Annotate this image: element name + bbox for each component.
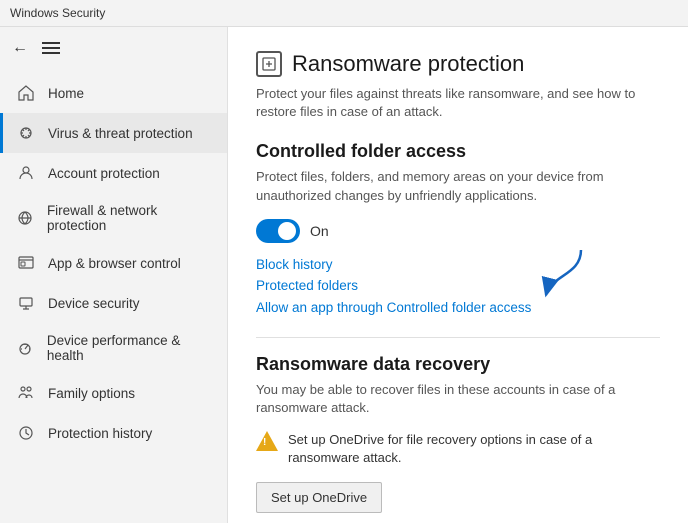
- warning-box: Set up OneDrive for file recovery option…: [256, 431, 660, 467]
- sidebar-item-label: App & browser control: [48, 256, 181, 271]
- protected-folders-link[interactable]: Protected folders: [256, 278, 660, 293]
- app-title: Windows Security: [10, 6, 105, 20]
- family-icon: [16, 383, 36, 403]
- main-content: Ransomware protection Protect your files…: [228, 27, 688, 523]
- warning-message: Set up OneDrive for file recovery option…: [288, 431, 660, 467]
- block-history-link[interactable]: Block history: [256, 257, 660, 272]
- controlled-folder-toggle[interactable]: [256, 219, 300, 243]
- title-bar: Windows Security: [0, 0, 688, 27]
- sidebar-item-family[interactable]: Family options: [0, 373, 227, 413]
- controlled-folder-title: Controlled folder access: [256, 141, 660, 162]
- recovery-section: Ransomware data recovery You may be able…: [256, 354, 660, 523]
- section-divider: [256, 337, 660, 338]
- history-icon: [16, 423, 36, 443]
- arrow-annotation: [531, 245, 601, 305]
- sidebar-item-account[interactable]: Account protection: [0, 153, 227, 193]
- page-header: Ransomware protection: [256, 51, 660, 77]
- allow-app-link[interactable]: Allow an app through Controlled folder a…: [256, 300, 531, 315]
- sidebar-item-label: Home: [48, 86, 84, 101]
- setup-onedrive-button[interactable]: Set up OneDrive: [256, 482, 382, 513]
- sidebar-item-app[interactable]: App & browser control: [0, 243, 227, 283]
- toggle-on-label: On: [310, 223, 329, 239]
- firewall-icon: [16, 208, 35, 228]
- hamburger-menu[interactable]: [42, 42, 60, 54]
- page-description: Protect your files against threats like …: [256, 85, 660, 121]
- sidebar-item-label: Virus & threat protection: [48, 126, 193, 141]
- sidebar-item-label: Firewall & network protection: [47, 203, 211, 233]
- sidebar-item-label: Family options: [48, 386, 135, 401]
- recovery-desc: You may be able to recover files in thes…: [256, 381, 660, 417]
- recovery-title: Ransomware data recovery: [256, 354, 660, 375]
- device-security-icon: [16, 293, 36, 313]
- sidebar-item-home[interactable]: Home: [0, 73, 227, 113]
- sidebar-item-virus[interactable]: Virus & threat protection: [0, 113, 227, 153]
- ransomware-header-icon: [256, 51, 282, 77]
- sidebar: ← Home: [0, 27, 228, 523]
- home-icon: [16, 83, 36, 103]
- sidebar-item-label: Device security: [48, 296, 140, 311]
- sidebar-item-device-security[interactable]: Device security: [0, 283, 227, 323]
- page-title: Ransomware protection: [292, 51, 524, 77]
- virus-icon: [16, 123, 36, 143]
- sidebar-item-firewall[interactable]: Firewall & network protection: [0, 193, 227, 243]
- sidebar-item-history[interactable]: Protection history: [0, 413, 227, 453]
- app-icon: [16, 253, 36, 273]
- sidebar-item-label: Protection history: [48, 426, 152, 441]
- device-perf-icon: [16, 338, 35, 358]
- controlled-folder-desc: Protect files, folders, and memory areas…: [256, 168, 660, 204]
- sidebar-navigation: Home Virus & threat protection: [0, 73, 227, 453]
- warning-triangle-icon: [256, 431, 278, 451]
- sidebar-item-label: Device performance & health: [47, 333, 211, 363]
- account-icon: [16, 163, 36, 183]
- sidebar-top-controls: ←: [0, 31, 227, 65]
- warning-icon: [256, 431, 278, 453]
- sidebar-item-label: Account protection: [48, 166, 160, 181]
- sidebar-item-device-perf[interactable]: Device performance & health: [0, 323, 227, 373]
- controlled-folder-toggle-row: On: [256, 219, 660, 243]
- back-button[interactable]: ←: [12, 39, 28, 57]
